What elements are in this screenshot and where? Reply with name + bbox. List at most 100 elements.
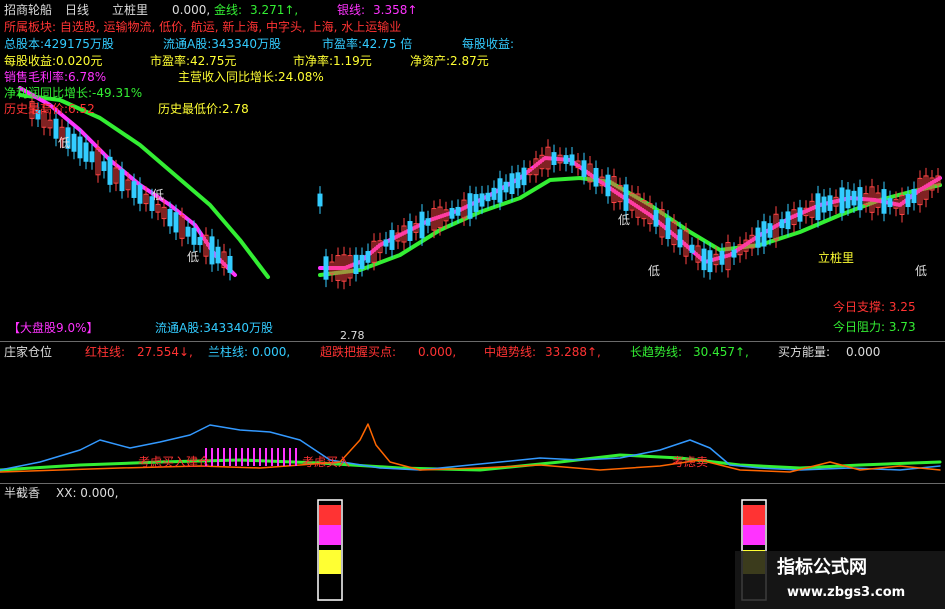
candle-body xyxy=(551,152,557,166)
pulse-magenta xyxy=(743,525,765,545)
oversold-label: 超跌把握买点: xyxy=(320,345,397,359)
low-marker: 低 xyxy=(152,188,165,202)
panel3-xx-value: XX: 0.000, xyxy=(56,486,119,500)
sector-info: 所属板块: 自选股, 运输物流, 低价, 航运, 新上海, 中字头, 上海, 水… xyxy=(4,20,402,34)
buy-build-annotation: 考虑买入建仓 xyxy=(138,455,211,469)
candle-body xyxy=(467,193,473,219)
candle-body xyxy=(785,211,791,230)
entry-bar xyxy=(217,448,219,466)
candle-body xyxy=(515,172,521,189)
eps-label: 每股收益: xyxy=(462,37,515,51)
float-shares: 流通A股:343340万股 xyxy=(163,37,282,51)
candle-body xyxy=(821,196,827,213)
entry-bar xyxy=(253,448,255,466)
gold-line-value: 3.271↑, xyxy=(250,3,299,17)
stock-name: 招商轮船 xyxy=(4,3,53,17)
period-label[interactable]: 日线 xyxy=(65,3,89,17)
panel3-title[interactable]: 半截香 xyxy=(4,486,40,500)
candle-body xyxy=(581,160,587,177)
entry-bar xyxy=(289,448,291,466)
oversold-value: 0.000, xyxy=(418,345,457,359)
candle-body xyxy=(71,133,77,152)
panel2-title[interactable]: 庄家仓位 xyxy=(4,345,52,359)
candle-body xyxy=(563,155,569,164)
long-trend-value: 30.457↑, xyxy=(693,345,749,359)
candle-body xyxy=(101,161,107,171)
historic-high: 历史最高价:6.52 xyxy=(4,102,95,116)
candle-body xyxy=(353,254,359,274)
candle-body xyxy=(503,181,509,193)
candle-body xyxy=(755,227,761,248)
candle-body xyxy=(455,206,461,216)
lizhuang-marker: 立桩里 xyxy=(818,251,855,265)
candle-body xyxy=(419,211,425,239)
candle-body xyxy=(389,230,395,250)
candle-body xyxy=(839,187,845,214)
candle-body xyxy=(89,151,95,163)
candle-body xyxy=(605,174,611,197)
historic-low: 历史最低价:2.78 xyxy=(158,102,249,116)
candle-body xyxy=(767,223,773,238)
pe-ratio-2: 市盈率:42.75元 xyxy=(150,54,237,68)
buy-energy-label: 买方能量: xyxy=(778,345,831,359)
stock-chart-window: 招商轮船 日线 立桩里 0.000, 金线: 3.271↑, 银线: 3.358… xyxy=(0,0,945,609)
panel-divider-1[interactable] xyxy=(0,341,945,342)
candle-body xyxy=(779,219,785,229)
pulse-yellow xyxy=(319,550,341,574)
pulse-red xyxy=(743,505,765,525)
candle-body xyxy=(887,198,893,208)
candle-body xyxy=(407,221,413,241)
net-asset: 净资产:2.87元 xyxy=(410,54,489,68)
entry-bar xyxy=(277,448,279,466)
candle-body xyxy=(845,189,851,209)
candle-body xyxy=(77,136,83,159)
market-cap-tag: 【大盘股9.0%】 xyxy=(8,321,99,335)
support-label: 今日支撑: 3.25 xyxy=(833,300,916,314)
candle-body xyxy=(497,178,503,203)
candle-body xyxy=(425,218,431,226)
candle-body xyxy=(485,192,491,202)
candle-body xyxy=(593,167,599,187)
entry-bar xyxy=(229,448,231,466)
candle-body xyxy=(185,226,191,237)
blue-bar-value: 0.000, xyxy=(252,345,291,359)
entry-bar xyxy=(283,448,285,466)
candle-body xyxy=(881,189,887,214)
candle-body xyxy=(167,208,173,227)
candle-body xyxy=(815,193,821,221)
pulse-red xyxy=(319,505,341,525)
entry-bar xyxy=(295,448,297,466)
sell-annotation: 考虑卖 xyxy=(672,455,709,469)
candle-body xyxy=(131,181,137,198)
candle-body xyxy=(491,187,497,200)
candle-body xyxy=(677,229,683,248)
candle-body xyxy=(479,193,485,207)
candle-body xyxy=(137,184,143,204)
panel-divider-2[interactable] xyxy=(0,483,945,484)
candle-body xyxy=(851,190,857,206)
candle-body xyxy=(119,169,125,192)
candle-body xyxy=(209,236,215,265)
entry-bar xyxy=(265,448,267,466)
low-marker: 低 xyxy=(618,213,631,227)
candle-body xyxy=(827,195,833,211)
silver-line-label: 银线: xyxy=(337,3,366,17)
pulse-magenta xyxy=(319,525,341,545)
entry-bar xyxy=(259,448,261,466)
gross-margin: 销售毛利率:6.78% xyxy=(4,70,107,84)
low-marker: 低 xyxy=(648,264,661,278)
indicator-name[interactable]: 立桩里 xyxy=(112,3,148,17)
candle-body xyxy=(665,217,671,240)
gold-line-label: 金线: xyxy=(214,3,243,17)
indicator-value: 0.000, xyxy=(172,3,211,17)
candle-body xyxy=(449,207,455,219)
candle-body xyxy=(509,173,515,195)
mid-trend-value: 33.288↑, xyxy=(545,345,601,359)
candle-body xyxy=(797,207,803,222)
watermark-url: www.zbgs3.com xyxy=(787,585,906,600)
candle-body xyxy=(857,187,863,211)
watermark-box: 指标公式网 www.zbgs3.com xyxy=(735,551,945,609)
candle-body xyxy=(707,250,713,273)
low-marker: 低 xyxy=(187,250,200,264)
candle-body xyxy=(719,250,725,265)
